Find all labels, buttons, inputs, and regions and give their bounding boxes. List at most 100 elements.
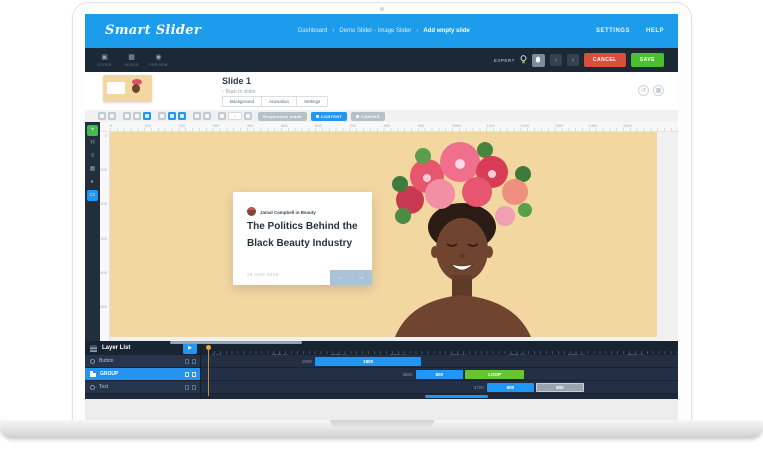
prev-slide-button[interactable]: ‹ — [549, 54, 562, 66]
image-layer-button[interactable]: ▦ — [87, 164, 98, 175]
next-slide-button[interactable]: › — [566, 54, 579, 66]
save-button[interactable]: SAVE — [630, 53, 664, 67]
video-layer-button[interactable]: ▸ — [87, 177, 98, 188]
expert-toggle[interactable] — [520, 55, 527, 65]
ruler-icon[interactable] — [158, 112, 166, 120]
ruler-label: 900 — [417, 123, 425, 128]
breadcrumb-item[interactable]: Add empty slide — [423, 28, 469, 34]
settings-link[interactable]: SETTINGS — [596, 28, 630, 34]
help-link[interactable]: HELP — [646, 28, 664, 34]
card-prev-arrow[interactable]: ← — [330, 270, 351, 285]
timeline-tracks: 1800 1800 3500 800 LOOP 4700 800 800 — [201, 355, 678, 394]
timeline-bar-blue[interactable]: 1800 — [314, 357, 422, 366]
layer-row[interactable]: Text — [85, 381, 200, 394]
ruler-label: 400 — [246, 123, 254, 128]
slide-thumbnail[interactable] — [103, 75, 152, 102]
timeline-bar-grey[interactable]: 800 — [536, 383, 584, 392]
topbar: Smart Slider Dashboard › Demo Slider - I… — [85, 14, 678, 48]
layer-type-icon — [90, 371, 96, 377]
duplicate-layer-icon[interactable] — [185, 371, 189, 377]
text-layer-button[interactable]: ≡ — [87, 151, 98, 162]
card-title[interactable]: The Politics Behind the Black Beauty Ind… — [247, 218, 358, 252]
undo-history-icon[interactable]: ↺ — [638, 85, 649, 96]
responsive-mode-button[interactable]: Responsive mode — [258, 111, 307, 121]
layer-row[interactable]: Button — [85, 355, 200, 368]
canvas-icon — [356, 114, 360, 118]
breadcrumb: Dashboard › Demo Slider - Image Slider ›… — [298, 14, 470, 48]
timeline-track[interactable]: 1800 1800 — [201, 355, 678, 368]
shortcuts-icon[interactable]: ▦ — [653, 85, 664, 96]
ruler-label: 200 — [100, 201, 107, 207]
layer-add-toolbar: + H ≡ ▦ ▸ ▭ — [85, 122, 100, 341]
camera-dot — [380, 7, 384, 11]
timeline-scrollbar-bottom[interactable] — [425, 395, 488, 398]
cancel-button[interactable]: CANCEL — [583, 53, 626, 67]
snap-icon[interactable] — [168, 112, 176, 120]
delete-layer-icon[interactable] — [192, 358, 196, 364]
ruler-label: 0 — [110, 123, 113, 128]
layer-window-icon[interactable] — [193, 112, 201, 120]
desktop-view-icon[interactable] — [123, 112, 131, 120]
layer-row[interactable]: GROUP — [85, 368, 200, 381]
zoom-value-field[interactable]: – — [228, 112, 242, 120]
ruler-label: 700 — [349, 123, 356, 128]
layer-type-icon — [90, 384, 95, 390]
card-byline: Jamal Campbell in Beauty — [260, 210, 316, 215]
duplicate-layer-icon[interactable] — [185, 384, 189, 390]
heading-layer-button[interactable]: H — [87, 138, 98, 149]
timeline-window-icon[interactable] — [203, 112, 211, 120]
slide-canvas[interactable]: Jamal Campbell in Beauty The Politics Be… — [110, 132, 657, 337]
timeline-scrollbar-top[interactable] — [170, 341, 302, 344]
bulb-icon — [520, 55, 527, 64]
slider-button[interactable]: ▣ SLIDER — [91, 54, 118, 67]
breadcrumb-item[interactable]: Demo Slider - Image Slider — [339, 28, 411, 34]
tablet-view-icon[interactable] — [133, 112, 141, 120]
mobile-view-icon[interactable] — [143, 112, 151, 120]
undo-icon[interactable] — [98, 112, 106, 120]
toolbar-button-label: SLIDES — [124, 62, 139, 67]
timeline-ruler-ticks — [208, 351, 678, 354]
timeline-bar-blue[interactable]: 800 — [486, 383, 535, 392]
preview-button[interactable]: ◉ PREVIEW — [145, 54, 172, 67]
zoom-out-icon[interactable] — [218, 112, 226, 120]
delete-layer-icon[interactable] — [192, 371, 196, 377]
tab-animation[interactable]: Animation — [261, 96, 297, 107]
notifications-button[interactable] — [531, 53, 545, 67]
content-card-layer[interactable]: Jamal Campbell in Beauty The Politics Be… — [233, 192, 372, 285]
editor-canvas: + H ≡ ▦ ▸ ▭ 0 100 200 300 400 500 600 700 800 900… — [85, 122, 678, 341]
redo-icon[interactable] — [108, 112, 116, 120]
timeline-bar-green[interactable]: LOOP — [464, 370, 525, 379]
button-layer-button[interactable]: ▭ — [87, 190, 98, 201]
tab-settings[interactable]: Settings — [296, 96, 329, 107]
ruler-label: 600 — [315, 123, 322, 128]
duplicate-layer-icon[interactable] — [185, 358, 189, 364]
timeline-track[interactable]: 3500 800 LOOP — [201, 368, 678, 381]
timeline-bar-blue[interactable]: 800 — [415, 370, 463, 379]
ruler-label: 300 — [212, 123, 220, 128]
breadcrumb-item[interactable]: Dashboard — [298, 28, 327, 34]
delete-layer-icon[interactable] — [192, 384, 196, 390]
add-layer-button[interactable]: + — [87, 125, 98, 136]
ruler-label: 500 — [280, 123, 288, 128]
timeline-delay-label: 4700 — [473, 384, 484, 390]
card-next-arrow[interactable]: → — [351, 270, 372, 285]
content-mode-button[interactable]: CONTENT — [310, 111, 348, 121]
canvas-mode-button[interactable]: CANVAS — [351, 111, 385, 121]
vertical-ruler: 0 100 200 300 400 500 — [100, 132, 110, 341]
playhead-marker[interactable] — [205, 345, 211, 350]
card-date: 25 AUG 2018 — [247, 272, 279, 277]
slides-button[interactable]: ▦ SLIDES — [118, 54, 145, 67]
slide-title: Slide 1 — [222, 76, 252, 86]
ruler-label: 0 — [104, 133, 107, 138]
slider-icon: ▣ — [101, 53, 108, 61]
app-logo[interactable]: Smart Slider — [105, 23, 201, 38]
tab-background[interactable]: Background — [222, 96, 262, 107]
back-arrow-icon: ‹ — [222, 89, 224, 95]
zoom-in-icon[interactable] — [244, 112, 252, 120]
timeline-track[interactable]: 4700 800 800 — [201, 381, 678, 394]
slide-photo-woman-flower-crown[interactable] — [365, 132, 565, 337]
grid-icon[interactable] — [178, 112, 186, 120]
editor-toolbar: ▣ SLIDER ▦ SLIDES ◉ PREVIEW EXPERT ‹ › C… — [85, 48, 678, 72]
back-to-slider-link[interactable]: ‹ Back to slider — [222, 89, 256, 95]
canvas-toolbar: – Responsive mode CONTENT CANVAS — [85, 110, 678, 122]
